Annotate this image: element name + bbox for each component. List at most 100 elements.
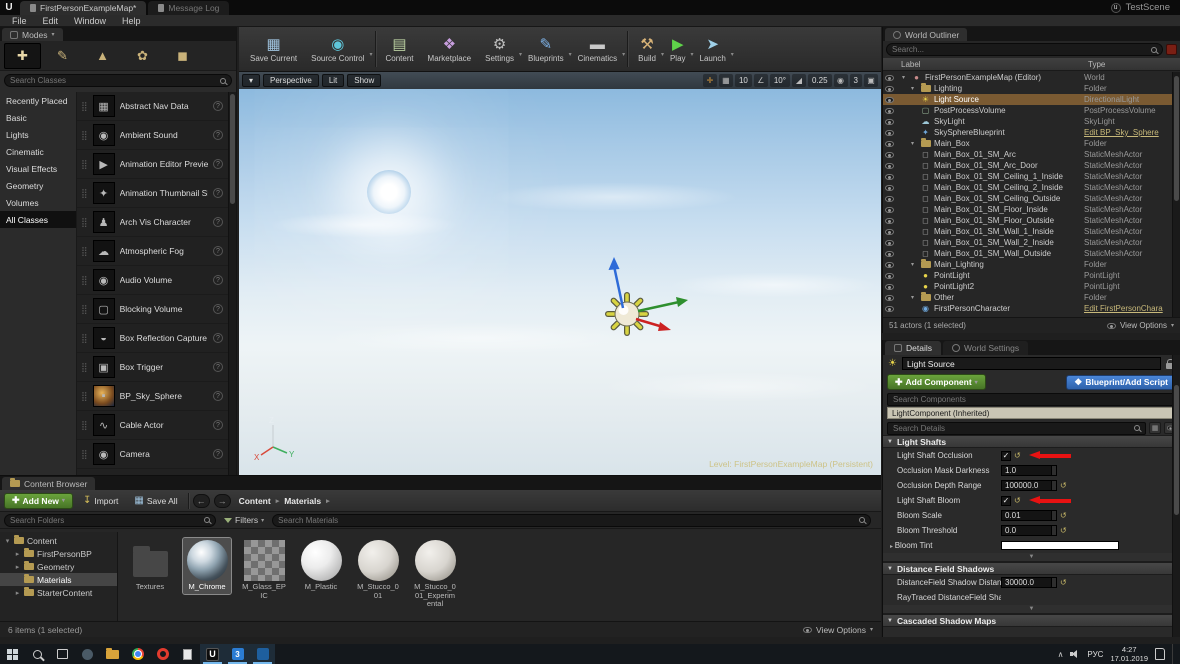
class-item-arch-vis-character[interactable]: ⣿ ♟ Arch Vis Character? (77, 208, 228, 237)
viewport-3d[interactable]: Z Y X ▾ Perspective Lit Show ✛ ▦ 10 ∠ 10… (239, 72, 881, 475)
search-components-input[interactable] (893, 394, 1170, 404)
menu-help[interactable]: Help (114, 16, 149, 26)
expander-icon[interactable]: ▾ (4, 537, 11, 545)
number-field[interactable]: 30000.0 (1001, 577, 1057, 588)
add-new-button[interactable]: ✚ Add New ▾ (4, 492, 73, 509)
color-swatch[interactable] (1001, 541, 1119, 550)
asset-m-glass-epic[interactable]: M_Glass_EPIC (240, 538, 288, 602)
tree-item-firstpersonbp[interactable]: ▸ FirstPersonBP (0, 547, 117, 560)
toolbar-marketplace-button[interactable]: ❖ Marketplace (421, 34, 479, 64)
label-column-header[interactable]: Label (883, 60, 921, 69)
class-item-camera[interactable]: ⣿ ◉ Camera? (77, 440, 228, 469)
visibility-eye-icon[interactable] (885, 173, 894, 180)
chrome-icon[interactable] (125, 644, 150, 664)
number-field[interactable]: 0.01 (1001, 510, 1057, 521)
outliner-search-input[interactable] (892, 45, 1147, 54)
modes-tab[interactable]: Modes ▾ (2, 28, 63, 41)
show-button[interactable]: Show (347, 74, 382, 87)
component-row[interactable]: LightComponent (Inherited) (887, 407, 1176, 419)
outliner-row-main-box-01-sm-ceiling-2-inside[interactable]: ◻ Main_Box_01_SM_Ceiling_2_Inside StaticMe… (883, 182, 1172, 193)
outliner-row-pointlight2[interactable]: ● PointLight2 PointLight (883, 281, 1172, 292)
outliner-row-other[interactable]: ▾ Other Folder (883, 292, 1172, 303)
search-classes-input[interactable] (10, 76, 216, 85)
y-axis-arrow[interactable] (637, 300, 680, 313)
category-lights[interactable]: Lights (0, 126, 76, 143)
foliage-mode-button[interactable]: ✿ (124, 43, 161, 69)
visibility-eye-icon[interactable] (885, 305, 894, 312)
outliner-row-main-box-01-sm-floor-outside[interactable]: ◻ Main_Box_01_SM_Floor_Outside StaticMeshA… (883, 215, 1172, 226)
asset-textures[interactable]: Textures (126, 538, 174, 594)
property-matrix-icon[interactable]: ▦ (1149, 422, 1161, 434)
visibility-eye-icon[interactable] (885, 239, 894, 246)
scale-snap-icon[interactable]: ◢ (791, 74, 806, 87)
toolbar-launch-button[interactable]: ➤ Launch ▾ (693, 34, 734, 64)
visibility-eye-icon[interactable] (885, 206, 894, 213)
opera-icon[interactable] (150, 644, 175, 664)
visibility-eye-icon[interactable] (885, 151, 894, 158)
asset-m-plastic[interactable]: M_Plastic (297, 538, 345, 594)
outliner-row-main-box-01-sm-ceiling-1-inside[interactable]: ◻ Main_Box_01_SM_Ceiling_1_Inside StaticMe… (883, 171, 1172, 182)
visibility-eye-icon[interactable] (885, 140, 894, 147)
class-item-cable-actor[interactable]: ⣿ ∿ Cable Actor? (77, 411, 228, 440)
outliner-row-main-box-01-sm-floor-inside[interactable]: ◻ Main_Box_01_SM_Floor_Inside StaticMeshAc… (883, 204, 1172, 215)
tree-item-content[interactable]: ▾ Content (0, 534, 117, 547)
category-all-classes[interactable]: All Classes (0, 211, 76, 228)
visibility-eye-icon[interactable] (885, 162, 894, 169)
menu-file[interactable]: File (4, 16, 35, 26)
outliner-row-main-lighting[interactable]: ▾ Main_Lighting Folder (883, 259, 1172, 270)
visibility-eye-icon[interactable] (885, 96, 894, 103)
checkbox[interactable]: ✓ (1001, 495, 1011, 506)
checkbox[interactable]: ✓ (1001, 450, 1011, 461)
search-assets-input[interactable] (278, 515, 855, 525)
toolbar-cinematics-button[interactable]: ▬ Cinematics ▾ (571, 34, 626, 64)
save-all-button[interactable]: ▦ Save All (128, 493, 183, 509)
visibility-eye-icon[interactable] (885, 261, 894, 268)
asset-m-stucco-001-experimental[interactable]: M_Stucco_001_Experimental (411, 538, 459, 611)
visibility-eye-icon[interactable] (885, 118, 894, 125)
visibility-eye-icon[interactable] (885, 129, 894, 136)
breadcrumb-materials[interactable]: Materials (284, 496, 321, 506)
section-expand-button[interactable]: ▼ (883, 553, 1180, 562)
place-mode-button[interactable]: ✚ (4, 42, 41, 69)
view-options-button[interactable]: View Options ▾ (1106, 321, 1174, 330)
lit-button[interactable]: Lit (321, 74, 345, 87)
reset-icon[interactable]: ↺ (1060, 526, 1067, 535)
visibility-eye-icon[interactable] (885, 85, 894, 92)
toolbar-build-button[interactable]: ⚒ Build ▾ (631, 34, 664, 64)
reset-icon[interactable]: ↺ (1060, 511, 1067, 520)
document-tab-message-log[interactable]: Message Log (148, 1, 230, 15)
search-icon[interactable] (25, 644, 50, 664)
grid-snap-value[interactable]: 10 (734, 74, 752, 87)
reset-icon[interactable]: ↺ (1060, 578, 1067, 587)
viewport-options-button[interactable]: ▾ (242, 74, 261, 87)
volume-icon[interactable] (1070, 649, 1080, 659)
outliner-row-main-box-01-sm-wall-2-inside[interactable]: ◻ Main_Box_01_SM_Wall_2_Inside StaticMeshA… (883, 237, 1172, 248)
media-player-icon[interactable] (250, 644, 275, 664)
section-header-cascaded-shadow-maps[interactable]: ▼ Cascaded Shadow Maps (883, 614, 1180, 627)
rotation-snap-value[interactable]: 10° (769, 74, 790, 87)
notepad-icon[interactable] (175, 644, 200, 664)
actor-type[interactable]: Edit BP_Sky_Sphere (1084, 128, 1172, 137)
visibility-eye-icon[interactable] (885, 184, 894, 191)
surface-snap-icon[interactable]: ✛ (702, 74, 717, 87)
class-item-box-reflection-capture[interactable]: ⣿ ◒ Box Reflection Capture? (77, 324, 228, 353)
outliner-row-skylight[interactable]: ☁ SkyLight SkyLight (883, 116, 1172, 127)
class-item-audio-volume[interactable]: ⣿ ◉ Audio Volume? (77, 266, 228, 295)
type-column-header[interactable]: Type (1088, 60, 1180, 69)
filters-button[interactable]: Filters ▾ (221, 515, 267, 525)
geometry-mode-button[interactable]: ◼ (164, 43, 201, 69)
tab-details[interactable]: Details (885, 341, 941, 355)
visibility-eye-icon[interactable] (885, 217, 894, 224)
visibility-eye-icon[interactable] (885, 250, 894, 257)
view-options-button[interactable]: View Options ▾ (803, 625, 873, 635)
reset-icon[interactable]: ↺ (1060, 481, 1067, 490)
outliner-row-lighting[interactable]: ▾ Lighting Folder (883, 83, 1172, 94)
visibility-eye-icon[interactable] (885, 272, 894, 279)
search-details-input[interactable] (893, 423, 1130, 433)
expander-icon[interactable]: ▸ (14, 563, 21, 571)
details-scrollbar[interactable] (1172, 355, 1180, 637)
camera-speed-value[interactable]: 3 (849, 74, 862, 87)
outliner-row-main-box-01-sm-ceiling-outside[interactable]: ◻ Main_Box_01_SM_Ceiling_Outside StaticMes… (883, 193, 1172, 204)
outliner-row-light-source[interactable]: ☀ Light Source DirectionalLight (883, 94, 1172, 105)
expander-icon[interactable]: ▾ (902, 74, 908, 81)
